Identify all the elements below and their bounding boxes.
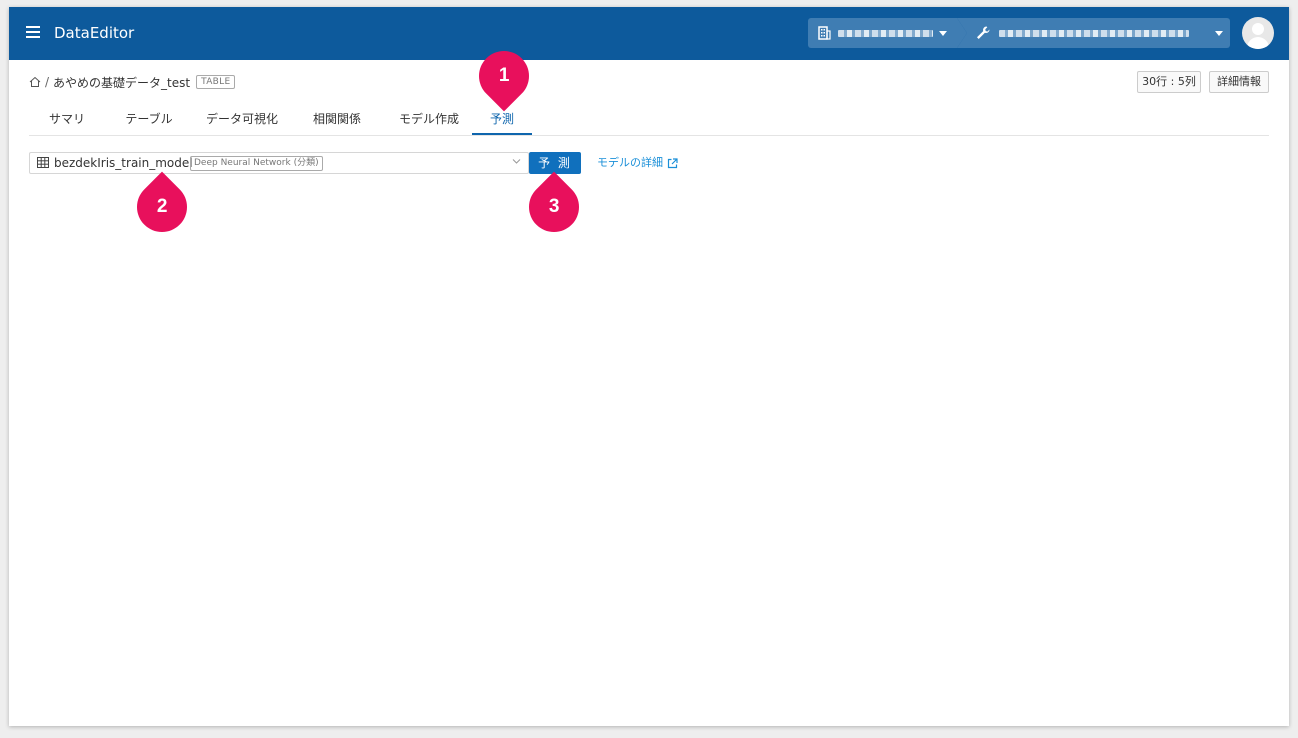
- chevron-down-icon: [939, 31, 947, 36]
- organization-selector[interactable]: [808, 18, 967, 48]
- user-avatar[interactable]: [1242, 17, 1274, 49]
- external-link-icon: [667, 157, 678, 168]
- model-select[interactable]: bezdekIris_train_model Deep Neural Netwo…: [29, 152, 529, 174]
- table-badge: TABLE: [196, 75, 236, 89]
- app-title: DataEditor: [54, 24, 135, 42]
- building-icon: [818, 26, 831, 40]
- menu-icon[interactable]: [26, 26, 40, 38]
- chevron-down-icon: [1215, 31, 1223, 36]
- breadcrumb-separator: /: [45, 75, 50, 89]
- project-name-redacted: [999, 30, 1189, 37]
- top-bar: DataEditor: [9, 7, 1289, 60]
- step-marker-2: 2: [126, 171, 198, 243]
- tab-visualization[interactable]: データ可視化: [197, 107, 287, 135]
- tab-bar: サマリ テーブル データ可視化 相関関係 モデル作成 予測: [29, 107, 1269, 136]
- tab-table[interactable]: テーブル: [113, 107, 185, 135]
- tab-summary[interactable]: サマリ: [37, 107, 97, 135]
- wrench-icon: [977, 26, 990, 39]
- app-window: DataEditor / あやめの基礎データ_test TABLE 30行: …: [9, 7, 1289, 726]
- table-grid-icon: [37, 157, 49, 168]
- chevron-down-icon: [512, 159, 521, 164]
- home-icon[interactable]: [29, 76, 41, 88]
- model-detail-label: モデルの詳細: [597, 156, 663, 169]
- predict-button[interactable]: 予 測: [529, 152, 581, 174]
- model-type-badge: Deep Neural Network (分類): [190, 156, 323, 171]
- rows-cols-button[interactable]: 30行 : 5列: [1137, 71, 1201, 93]
- tab-model-creation[interactable]: モデル作成: [389, 107, 469, 135]
- dataset-name: あやめの基礎データ_test: [53, 75, 191, 90]
- breadcrumb: / あやめの基礎データ_test TABLE: [29, 73, 236, 91]
- step-marker-3: 3: [518, 171, 590, 243]
- model-name: bezdekIris_train_model: [54, 156, 193, 170]
- details-button[interactable]: 詳細情報: [1209, 71, 1269, 93]
- model-detail-link[interactable]: モデルの詳細: [597, 155, 678, 171]
- organization-name-redacted: [838, 30, 933, 37]
- tab-correlation[interactable]: 相関関係: [305, 107, 369, 135]
- tab-prediction[interactable]: 予測: [472, 107, 532, 135]
- project-selector[interactable]: [957, 18, 1230, 48]
